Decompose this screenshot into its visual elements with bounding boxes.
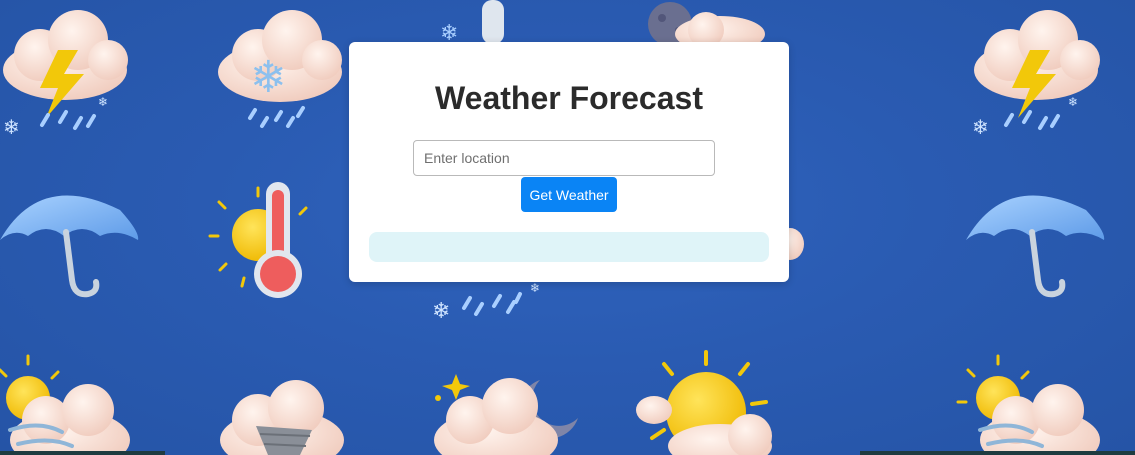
snow-cloud-icon: ❄ <box>218 10 342 128</box>
sun-cloud-icon <box>636 350 772 455</box>
svg-text:❄: ❄ <box>972 115 989 139</box>
umbrella-icon <box>0 195 139 298</box>
weather-result-box <box>369 232 769 262</box>
thunder-cloud-right-icon: ❄ ❄ <box>972 10 1100 139</box>
thunder-cloud-icon: ❄ ❄ <box>3 10 128 139</box>
location-input[interactable] <box>413 140 715 176</box>
tornado-cloud-icon <box>220 380 344 455</box>
svg-text:❄: ❄ <box>1068 95 1078 109</box>
page-title: Weather Forecast <box>435 80 703 116</box>
svg-text:❄: ❄ <box>250 52 287 103</box>
bottom-strip-right <box>860 451 1135 455</box>
thermometer-top-icon: ❄ <box>440 0 504 46</box>
svg-text:❄: ❄ <box>3 115 20 139</box>
bottom-strip-left <box>0 451 165 455</box>
svg-text:❄: ❄ <box>98 95 108 109</box>
svg-text:❄: ❄ <box>432 299 450 324</box>
sun-wind-cloud-right-icon <box>956 354 1100 455</box>
get-weather-button[interactable]: Get Weather <box>521 177 617 212</box>
sun-thermometer-icon <box>208 182 308 298</box>
night-cloud-icon <box>434 374 578 455</box>
umbrella-right-icon <box>966 195 1105 298</box>
weather-card: Weather Forecast Get Weather <box>349 42 789 282</box>
sun-wind-cloud-icon <box>0 354 130 455</box>
svg-text:❄: ❄ <box>530 281 540 295</box>
